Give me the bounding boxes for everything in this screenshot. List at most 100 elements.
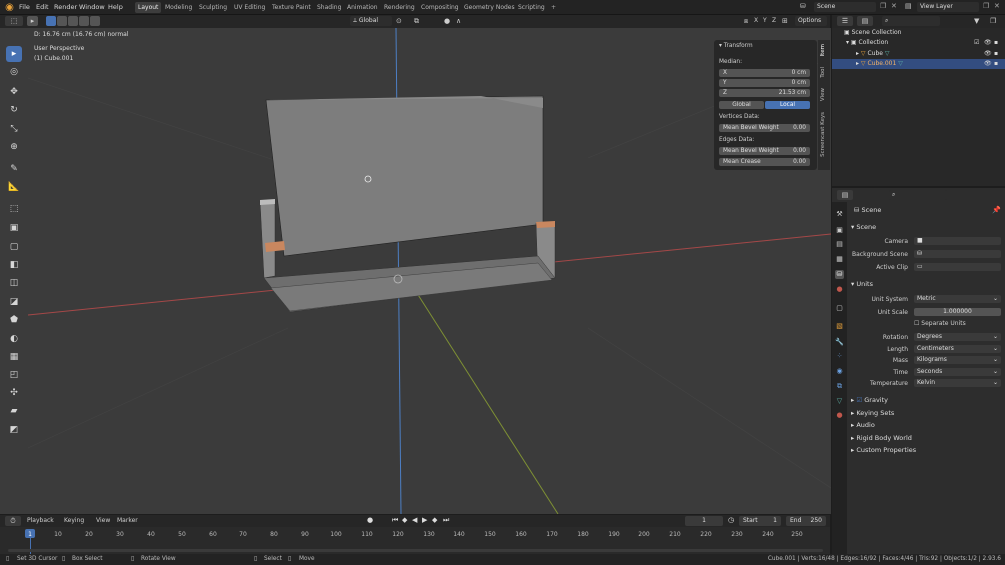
select-mode-icon[interactable]: ▸: [27, 16, 38, 26]
collection-tab-icon[interactable]: ▢: [835, 304, 844, 313]
menu-render[interactable]: Render: [54, 2, 77, 13]
move-tool-icon[interactable]: ✥: [6, 84, 22, 100]
orientation-dropdown[interactable]: ⟂ Global: [350, 16, 392, 26]
physics-tab-icon[interactable]: ◉: [835, 367, 844, 376]
extrude-tool-icon[interactable]: ▣: [6, 220, 22, 236]
eye-icon[interactable]: 👁: [984, 59, 992, 69]
global-toggle[interactable]: Global: [719, 101, 764, 109]
next-keyframe-icon[interactable]: ◆: [432, 516, 437, 524]
mode-intersect-icon[interactable]: [79, 16, 89, 26]
collection-row[interactable]: ▾ ▣ Collection ☑ 👁 ▪: [846, 38, 1004, 48]
menu-edit[interactable]: Edit: [36, 2, 49, 13]
display-mode-icon[interactable]: ▤: [857, 16, 873, 26]
vertex-bevel-weight-field[interactable]: Mean Bevel Weight 0.00: [719, 124, 810, 132]
scene-selector[interactable]: Scene: [814, 2, 876, 12]
menu-window[interactable]: Window: [79, 2, 105, 13]
add-workspace-icon[interactable]: +: [548, 2, 559, 13]
view-menu[interactable]: View: [96, 517, 110, 524]
pivot-icon[interactable]: ⊙: [396, 16, 410, 26]
mean-crease-field[interactable]: Mean Crease 0.00: [719, 158, 810, 166]
time-dropdown[interactable]: Seconds ⌄: [914, 368, 1001, 376]
rip-region-tool-icon[interactable]: ◩: [6, 422, 22, 438]
mode-new-icon[interactable]: [46, 16, 56, 26]
camera-icon[interactable]: ▪: [994, 38, 998, 48]
audio-section-header[interactable]: ▸ Audio: [851, 421, 875, 429]
median-x-field[interactable]: X 0 cm: [719, 69, 810, 77]
object-tab-icon[interactable]: ▧: [835, 322, 844, 331]
tab-compositing[interactable]: Compositing: [418, 2, 462, 13]
copy-view-layer-icon[interactable]: ❐: [983, 2, 989, 10]
mode-invert-icon[interactable]: [90, 16, 100, 26]
new-collection-icon[interactable]: ❐: [990, 16, 996, 26]
play-reverse-icon[interactable]: ◀: [412, 516, 417, 524]
menu-help[interactable]: Help: [108, 2, 123, 13]
properties-type-icon[interactable]: ▤: [837, 190, 853, 200]
particles-tab-icon[interactable]: ⁘: [835, 352, 844, 361]
properties-search-input[interactable]: ⌕: [889, 190, 947, 200]
3d-viewport[interactable]: D: 16.76 cm (16.76 cm) normal User Persp…: [28, 28, 831, 514]
marker-menu[interactable]: Marker: [117, 517, 138, 524]
camera-field[interactable]: ■: [914, 237, 1001, 245]
mirror-icon[interactable]: ⧈: [744, 16, 748, 26]
tab-animation[interactable]: Animation: [344, 2, 381, 13]
start-frame-field[interactable]: Start 1: [739, 516, 781, 526]
viewport-canvas[interactable]: [28, 28, 831, 514]
tab-rendering[interactable]: Rendering: [381, 2, 418, 13]
tab-scripting[interactable]: Scripting: [515, 2, 548, 13]
loop-cut-tool-icon[interactable]: ◫: [6, 275, 22, 291]
knife-tool-icon[interactable]: ◪: [6, 294, 22, 310]
gizmo-icon[interactable]: ⊞: [782, 16, 788, 26]
mirror-y[interactable]: Y: [763, 16, 767, 26]
unit-scale-field[interactable]: 1.000000: [914, 308, 1001, 316]
median-y-field[interactable]: Y 0 cm: [719, 79, 810, 87]
scene-collection-row[interactable]: ▣ Scene Collection: [844, 28, 1004, 38]
checkbox-icon[interactable]: ☑: [974, 38, 979, 48]
keying-sets-section-header[interactable]: ▸ Keying Sets: [851, 409, 894, 417]
transform-tool-icon[interactable]: ⊕: [6, 139, 22, 155]
cursor-tool-icon[interactable]: ◎: [6, 64, 22, 80]
transform-header[interactable]: ▾ Transform: [719, 43, 753, 49]
scene-tab-icon[interactable]: ⛁: [835, 270, 844, 279]
tab-shading[interactable]: Shading: [314, 2, 344, 13]
options-dropdown[interactable]: Options: [795, 16, 827, 26]
copy-scene-icon[interactable]: ❐: [880, 2, 886, 10]
annotate-tool-icon[interactable]: ✎: [6, 161, 22, 177]
rotation-dropdown[interactable]: Degrees ⌄: [914, 333, 1001, 341]
unit-system-dropdown[interactable]: Metric ⌄: [914, 295, 1001, 303]
tab-geometry-nodes[interactable]: Geometry Nodes: [461, 2, 518, 13]
snap-icon[interactable]: ⧉: [414, 16, 436, 26]
scene-section-header[interactable]: ▾ Scene: [851, 223, 876, 231]
tab-tool[interactable]: Tool: [820, 67, 826, 78]
prev-keyframe-icon[interactable]: ◆: [402, 516, 407, 524]
constraints-tab-icon[interactable]: ⧉: [835, 382, 844, 391]
separate-units-checkbox[interactable]: ☐ Separate Units: [914, 320, 966, 327]
play-icon[interactable]: ▶: [422, 516, 427, 524]
close-view-layer-icon[interactable]: ✕: [994, 2, 1000, 10]
outliner-type-icon[interactable]: ☰: [837, 16, 853, 26]
measure-tool-icon[interactable]: 📐: [6, 179, 22, 195]
background-scene-field[interactable]: ⛁: [914, 250, 1001, 258]
camera-icon[interactable]: ▪: [994, 59, 998, 69]
rigid-body-section-header[interactable]: ▸ Rigid Body World: [851, 434, 912, 442]
pin-icon[interactable]: 📌: [992, 206, 1001, 214]
blender-logo-icon[interactable]: ◉: [4, 2, 15, 13]
close-scene-icon[interactable]: ✕: [891, 2, 897, 10]
edge-bevel-weight-field[interactable]: Mean Bevel Weight 0.00: [719, 147, 810, 155]
view-layer-icon[interactable]: ▤: [905, 2, 912, 10]
view-layer-tab-icon[interactable]: ▦: [835, 255, 844, 264]
tab-uv-editing[interactable]: UV Editing: [231, 2, 268, 13]
world-tab-icon[interactable]: ●: [835, 285, 844, 294]
custom-properties-section-header[interactable]: ▸ Custom Properties: [851, 446, 916, 454]
mode-subtract-icon[interactable]: [68, 16, 78, 26]
tool-tab-icon[interactable]: ⚒: [835, 210, 844, 219]
spin-tool-icon[interactable]: ◐: [6, 331, 22, 347]
inset-tool-icon[interactable]: ▢: [6, 239, 22, 255]
eye-icon[interactable]: 👁: [984, 49, 992, 59]
record-icon[interactable]: ●: [367, 516, 373, 524]
proportional-edit-icon[interactable]: ●: [444, 16, 454, 26]
menu-file[interactable]: File: [19, 2, 30, 13]
playback-menu[interactable]: Playback: [27, 517, 54, 524]
mirror-x[interactable]: X: [754, 16, 758, 26]
active-clip-field[interactable]: ▭: [914, 263, 1001, 271]
render-tab-icon[interactable]: ▣: [835, 226, 844, 235]
